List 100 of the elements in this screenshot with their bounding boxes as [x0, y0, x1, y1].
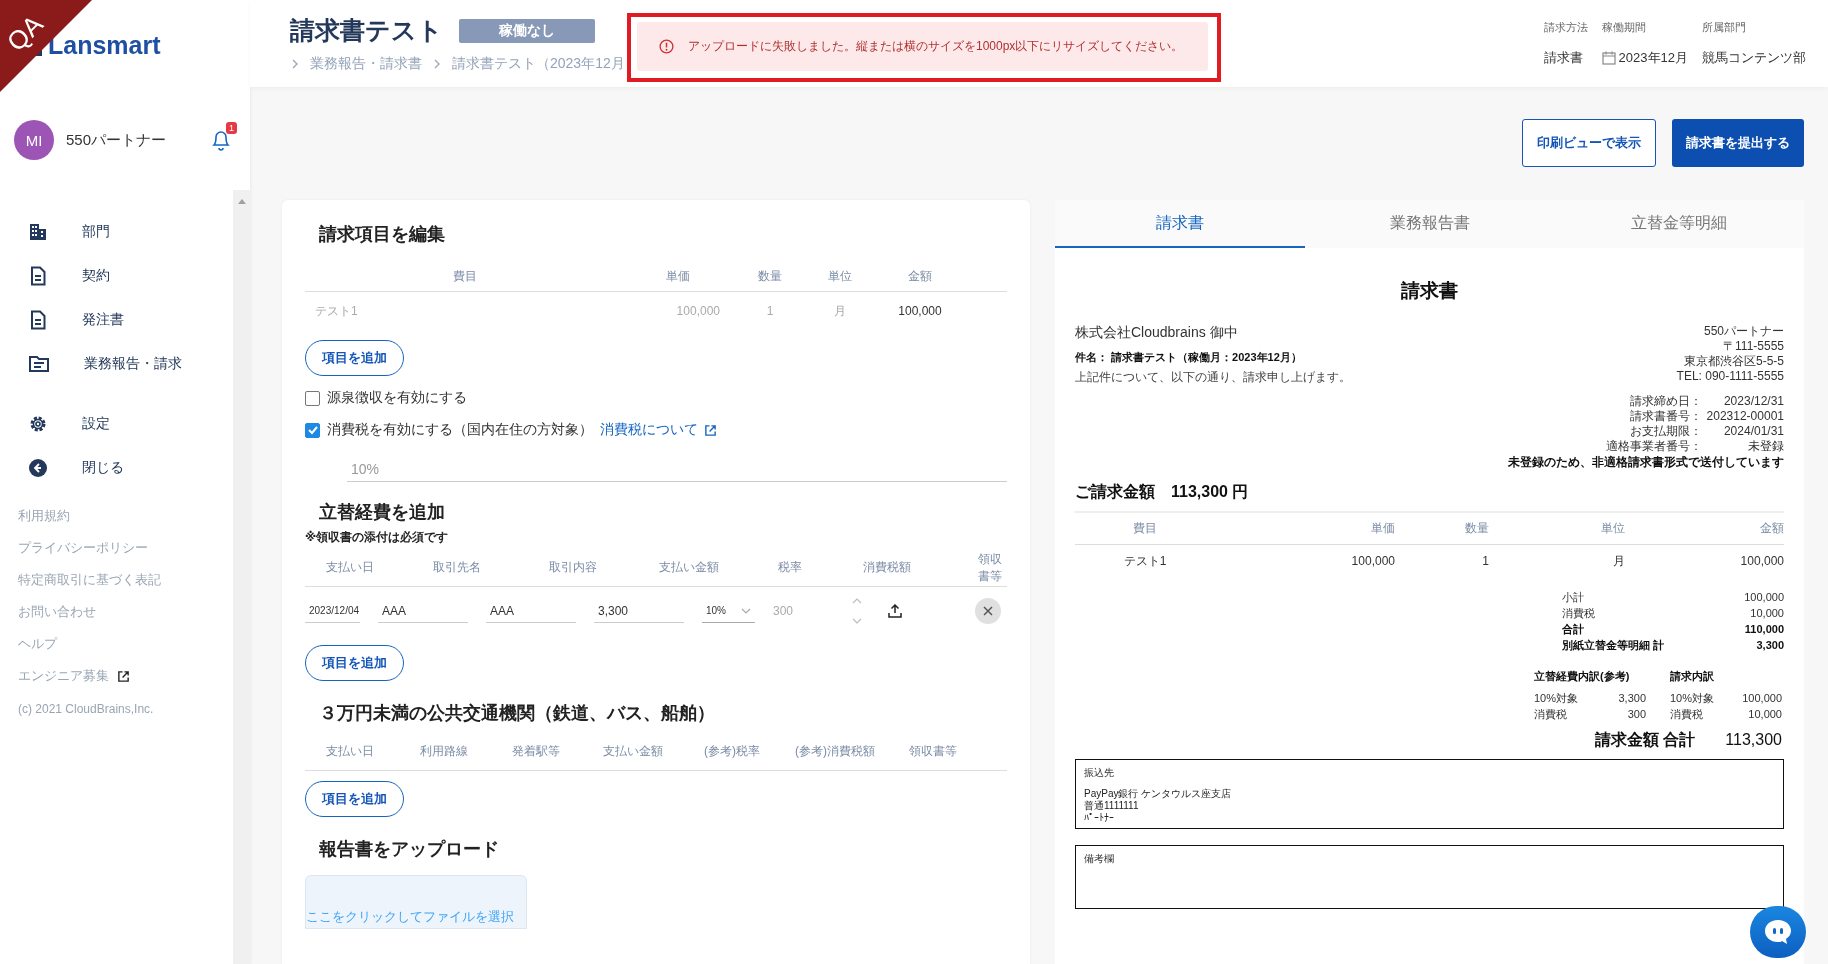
tab[interactable]: 立替金等明細 [1554, 200, 1804, 248]
section-title: 立替経費を追加 [318, 501, 446, 524]
nav-item[interactable]: 契約 [0, 254, 233, 298]
subject: 件名： 請求書テスト（稼働月：2023年12月） [1075, 350, 1303, 365]
breakdown-label: 10%対象 [1534, 691, 1579, 706]
recipient: 株式会社Cloudbrains 御中 [1075, 324, 1239, 342]
meta-value: 競馬コンテンツ部 [1702, 49, 1806, 67]
logo: Lansmart [48, 30, 161, 60]
user-name: 550パートナー [66, 130, 168, 150]
building-icon [28, 222, 48, 242]
column-header: 利用路線 [419, 743, 469, 760]
total-value: 113,300 [1725, 731, 1782, 749]
column-header: 支払い日 [325, 743, 375, 760]
bank-line: ﾊﾟｰﾄﾅｰ [1084, 812, 1115, 824]
detail-value: 202312-00001 [1705, 409, 1784, 424]
table-cell-text: テスト1 [314, 302, 359, 320]
column-header: (参考)消費税額 [794, 743, 876, 760]
nav-item[interactable]: 業務報告・請求 [0, 342, 233, 386]
settings-icon [28, 414, 48, 434]
upload-button[interactable] [886, 602, 904, 620]
add-item-button[interactable]: 項目を追加 [305, 645, 404, 681]
chevron-icon [432, 59, 442, 69]
add-item-button[interactable]: 項目を追加 [305, 340, 404, 376]
checkbox[interactable] [305, 390, 320, 406]
nav-item[interactable]: 部門 [0, 210, 233, 254]
table-cell-text: テスト1 [1122, 552, 1168, 570]
scrollbar[interactable] [233, 190, 250, 964]
tab[interactable]: 業務報告書 [1304, 200, 1555, 248]
column-header: 支払い日 [325, 559, 375, 576]
nav-item[interactable]: 設定 [0, 402, 233, 446]
box-label: 振込先 [1084, 766, 1115, 780]
intro-text: 上記件について、以下の通り、請求申し上げます。 [1075, 369, 1351, 386]
print-view-button[interactable]: 印刷ビューで表示 [1522, 119, 1656, 167]
error-message: アップロードに失敗しました。縦または横のサイズを1000px以下にリサイズしてください。 [688, 38, 1184, 55]
section-title: 報告書をアップロード [318, 838, 500, 861]
delete-button[interactable] [975, 598, 1001, 624]
detail-label: 適格事業者番号： [1606, 439, 1702, 454]
notice-text: 未登録のため、非適格請求書形式で送付しています [1508, 454, 1784, 470]
checkbox[interactable] [305, 422, 320, 438]
tax-amount: 300 [773, 604, 794, 618]
column-header: 単位 [827, 268, 853, 285]
scroll-up-arrow-icon [237, 198, 246, 204]
detail-label: お支払期限： [1630, 424, 1702, 439]
column-header: 数量 [757, 268, 783, 285]
stepper-icon [852, 598, 862, 624]
detail-value: 未登録 [1747, 439, 1784, 454]
breakdown-label: 10%対象 [1670, 691, 1715, 706]
tab[interactable]: 請求書 [1055, 200, 1305, 248]
table-cell-text: 1 [1481, 554, 1490, 568]
detail-value: 2023/12/31 [1722, 394, 1784, 409]
column-header: 領収書等 [908, 743, 958, 760]
nav-item[interactable]: 閉じる [0, 446, 233, 490]
breakdown-title: 請求内訳 [1670, 669, 1715, 684]
table-cell-text: 100,000 [675, 304, 721, 318]
external-link-icon [117, 669, 130, 683]
table-cell-text: 100,000 [1350, 554, 1395, 568]
upload-icon [888, 604, 902, 618]
chat-bubble-icon [1763, 918, 1793, 946]
column-header: 取引内容 [548, 559, 598, 576]
summary-value: 3,300 [1756, 638, 1784, 653]
tax-info-link[interactable]: 消費税について [600, 421, 717, 439]
ribbon-label: QA [2, 10, 48, 56]
column-header: 単位 [1600, 520, 1625, 537]
summary-value: 10,000 [1750, 606, 1784, 621]
summary-label: 小計 [1562, 590, 1584, 605]
amount-value: 113,300 円 [1171, 482, 1249, 502]
submit-button[interactable]: 請求書を提出する [1672, 119, 1804, 167]
box-label: 備考欄 [1084, 852, 1115, 866]
notification-badge: 1 [226, 122, 237, 134]
detail-label: 請求締め日： [1630, 394, 1702, 409]
breakdown-value: 300 [1627, 707, 1646, 722]
document-icon [28, 266, 48, 286]
table-cell-text: 月 [1612, 552, 1625, 570]
tax-rate-select[interactable]: 10% [702, 599, 755, 623]
amount-field[interactable]: 3,300 [594, 599, 684, 623]
date-field[interactable]: 2023/12/04 [305, 599, 360, 623]
column-header: 数量 [1464, 520, 1490, 537]
table-cell-text: 1 [765, 304, 775, 318]
checkbox-label: 源泉徴収を有効にする [327, 389, 467, 407]
issuer-line: 〒111-5555 [1723, 339, 1784, 354]
page-title: 請求書テスト [290, 15, 443, 46]
calendar-icon [1601, 51, 1616, 65]
chevron-down-icon [741, 607, 751, 614]
add-item-button[interactable]: 項目を追加 [305, 781, 404, 817]
summary-label: 合計 [1562, 622, 1584, 637]
breakdown-value: 100,000 [1742, 691, 1782, 706]
column-header: 発着駅等 [511, 743, 561, 760]
payee-field[interactable]: AAA [378, 599, 468, 623]
section-title: ３万円未満の公共交通機関（鉄道、バス、船舶） [318, 702, 716, 725]
bank-line: 普通1111111 [1084, 800, 1140, 812]
checkmark-icon [306, 424, 319, 436]
note-text: ※領収書の添付は必須です [305, 530, 450, 545]
column-header: 支払い金額 [602, 743, 664, 760]
nav-item[interactable]: 発注書 [0, 298, 233, 342]
folder-icon [28, 354, 50, 374]
total-label: 請求金額 合計 [1594, 730, 1696, 750]
description-field[interactable]: AAA [486, 599, 576, 623]
column-header: (参考)税率 [703, 743, 761, 760]
breakdown-label: 消費税 [1670, 707, 1703, 722]
avatar: MI [14, 120, 54, 160]
